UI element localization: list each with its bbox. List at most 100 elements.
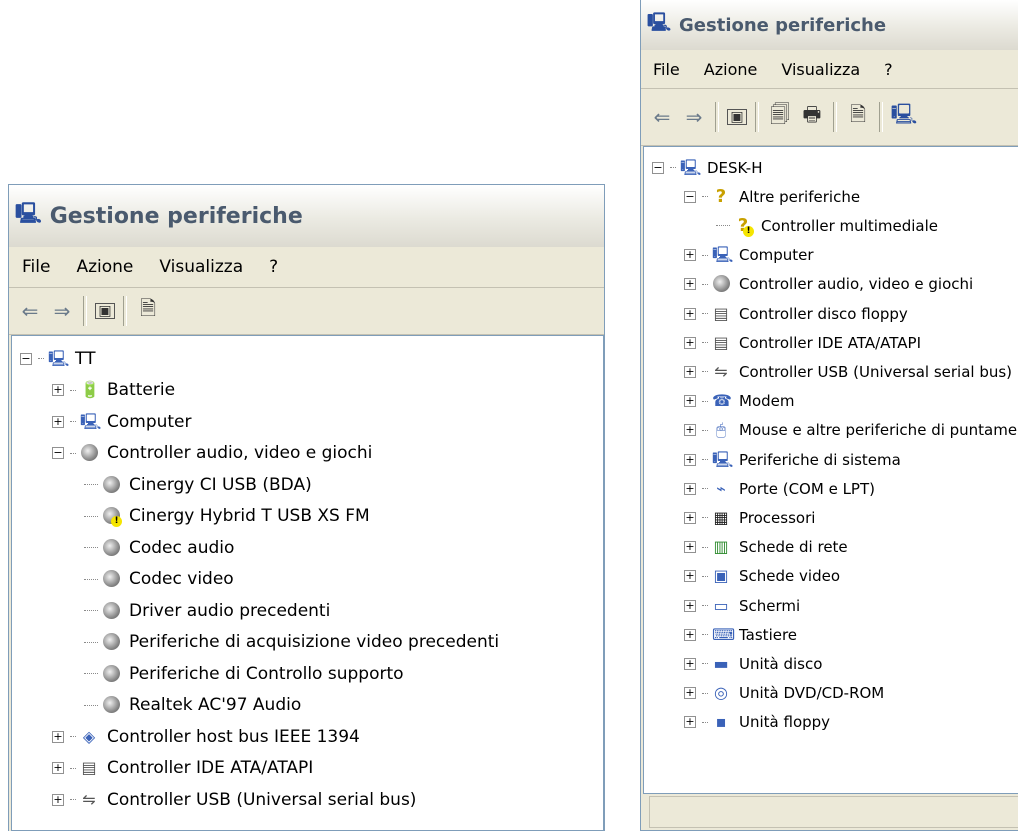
tree-node[interactable]: Codec video [84, 564, 234, 595]
tree-node-label: Controller IDE ATA/ATAPI [739, 333, 922, 352]
properties-icon[interactable]: 🗐 [767, 102, 793, 130]
title-bar[interactable]: 🖳 Gestione periferiche [641, 0, 1018, 50]
expand-icon[interactable]: + [684, 453, 696, 466]
show-hide-tree-icon[interactable]: ▣ [727, 109, 747, 125]
tree-node[interactable]: + 🖳 Periferiche di sistema [684, 445, 901, 474]
expand-icon[interactable]: + [684, 482, 696, 495]
usb-icon: ⇋ [714, 361, 728, 381]
expand-icon[interactable]: + [684, 599, 696, 612]
tree-node[interactable]: −? Altre periferiche [684, 182, 860, 211]
help-icon[interactable]: 🗎 [135, 296, 161, 324]
expand-icon[interactable]: + [52, 793, 64, 806]
menu-help[interactable]: ? [256, 257, 291, 277]
tree-node[interactable]: + Controller audio, video e giochi [684, 270, 973, 299]
back-arrow-icon[interactable]: ⇐ [649, 104, 675, 130]
menu-visualizza[interactable]: Visualizza [769, 60, 872, 79]
tree-node[interactable]: + 🖳 Computer [684, 241, 814, 270]
tree-node[interactable]: + ▤ Controller IDE ATA/ATAPI [684, 328, 921, 357]
collapse-icon[interactable]: − [684, 190, 696, 203]
expand-icon[interactable]: + [52, 730, 64, 743]
tree-node[interactable]: + ▭ Schermi [684, 591, 800, 620]
tree-node[interactable]: + ⇋ Controller USB (Universal serial bus) [684, 357, 1012, 386]
tree-connector [702, 283, 708, 285]
warning-icon: ! [743, 225, 754, 237]
collapse-icon[interactable]: − [652, 161, 664, 174]
menu-file[interactable]: File [641, 60, 692, 79]
tree-node[interactable]: Cinergy CI USB (BDA) [84, 469, 312, 500]
forward-arrow-icon[interactable]: ⇒ [49, 298, 75, 324]
expand-icon[interactable]: + [684, 336, 696, 349]
expand-icon[interactable]: + [684, 541, 696, 554]
tree-node[interactable]: Periferiche di acquisizione video preced… [84, 627, 499, 658]
tree-node[interactable]: Driver audio precedenti [84, 595, 330, 626]
tree-node[interactable]: − 🖳 TT [20, 343, 95, 374]
tree-connector [702, 488, 708, 490]
expand-icon[interactable]: + [684, 570, 696, 583]
tree-node[interactable]: − Controller audio, video e giochi [52, 438, 372, 469]
tree-connector [70, 452, 76, 454]
tree-node[interactable]: ?! Controller multimediale [716, 211, 938, 240]
tree-node[interactable]: + ⌁ Porte (COM e LPT) [684, 474, 875, 503]
forward-arrow-icon[interactable]: ⇒ [681, 104, 707, 130]
menu-visualizza[interactable]: Visualizza [146, 257, 256, 277]
expand-icon[interactable]: + [684, 395, 696, 408]
tree-node[interactable]: + ▤ Controller IDE ATA/ATAPI [52, 753, 313, 784]
tree-node[interactable]: Realtek AC'97 Audio [84, 690, 301, 721]
device-tree[interactable]: − 🖳 TT + 🔋 Batterie + 🖳 Computer − Controller audi… [11, 335, 604, 831]
tree-node[interactable]: ! Cinergy Hybrid T USB XS FM [84, 501, 370, 532]
toolbar: ⇐ ⇒ ▣ 🗐 🖶 🗎 🖳 [641, 89, 1018, 146]
expand-icon[interactable]: + [684, 716, 696, 729]
tree-node[interactable]: + ▬ Unità disco [684, 649, 822, 678]
help-icon[interactable]: 🗎 [845, 102, 871, 130]
print-icon[interactable]: 🖶 [799, 102, 825, 130]
tree-node[interactable]: + ▪ Unità floppy [684, 708, 830, 737]
tree-node[interactable]: + ▥ Schede di rete [684, 533, 848, 562]
menu-help[interactable]: ? [872, 60, 905, 79]
tree-node[interactable]: + ◎ Unità DVD/CD-ROM [684, 679, 884, 708]
tree-node-label: Schermi [739, 596, 801, 615]
tree-node[interactable]: + ▣ Schede video [684, 562, 840, 591]
menu-azione[interactable]: Azione [63, 257, 146, 277]
tree-node[interactable]: + 🖳 Computer [52, 406, 192, 437]
tree-node[interactable]: + 🔋 Batterie [52, 375, 175, 406]
tree-node[interactable]: Periferiche di Controllo supporto [84, 658, 404, 689]
collapse-icon[interactable]: − [52, 447, 64, 459]
tree-node[interactable]: + 🖱 Mouse e altre periferiche di puntament… [684, 416, 1018, 445]
expand-icon[interactable]: + [52, 384, 64, 396]
collapse-icon[interactable]: − [20, 352, 32, 365]
menu-file[interactable]: File [9, 257, 63, 277]
toolbar-separator [123, 296, 127, 326]
toolbar-separator [879, 102, 883, 132]
mouse-icon: 🖱 [716, 420, 726, 440]
expand-icon[interactable]: + [52, 415, 64, 428]
device-tree[interactable]: − 🖳 DESK-H −? Altre periferiche?! Controller … [643, 146, 1018, 794]
expand-icon[interactable]: + [684, 307, 696, 320]
show-hide-tree-icon[interactable]: ▣ [95, 303, 115, 319]
scan-hardware-icon[interactable]: 🖳 [891, 102, 918, 130]
tree-node[interactable]: + ▦ Processori [684, 503, 815, 532]
expand-icon[interactable]: + [684, 278, 696, 291]
expand-icon[interactable]: + [684, 687, 696, 700]
expand-icon[interactable]: + [684, 365, 696, 378]
expand-icon[interactable]: + [684, 628, 696, 641]
back-arrow-icon[interactable]: ⇐ [17, 298, 43, 324]
expand-icon[interactable]: + [684, 657, 696, 670]
tree-node-label: Controller host bus IEEE 1394 [107, 726, 360, 747]
tree-node-label: Unità floppy [739, 713, 831, 732]
tree-node[interactable]: + ▤ Controller disco floppy [684, 299, 908, 328]
title-bar[interactable]: 🖳 Gestione periferiche [9, 185, 604, 247]
tree-node[interactable]: + ◈ Controller host bus IEEE 1394 [52, 721, 360, 752]
expand-icon[interactable]: + [52, 762, 64, 774]
tree-node[interactable]: + ⇋ Controller USB (Universal serial bus) [52, 784, 416, 815]
tree-node[interactable]: + ⌨ Tastiere [684, 620, 797, 649]
tree-node[interactable]: Codec audio [84, 532, 234, 563]
menu-azione[interactable]: Azione [692, 60, 770, 79]
expand-icon[interactable]: + [684, 249, 696, 262]
expand-icon[interactable]: + [684, 511, 696, 524]
device-manager-window-left: 🖳 Gestione periferiche File Azione Visua… [8, 184, 605, 831]
expand-icon[interactable]: + [684, 424, 696, 437]
tree-node-label: Controller audio, video e giochi [107, 443, 373, 463]
tree-node[interactable]: − 🖳 DESK-H [652, 153, 763, 182]
tree-node[interactable]: + ☎ Modem [684, 387, 794, 416]
tree-connector [84, 484, 98, 485]
